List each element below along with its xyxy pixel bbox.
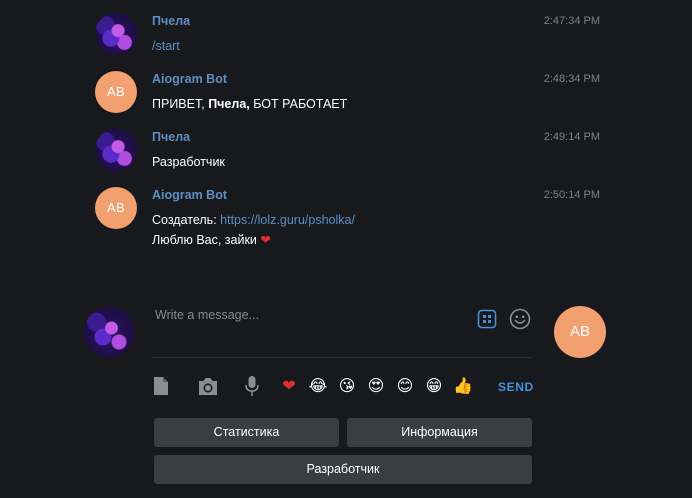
bot-avatar[interactable]: AB — [95, 71, 137, 113]
emoji-button[interactable] — [508, 307, 532, 331]
message-time: 2:48:34 PM — [543, 73, 600, 85]
message-text-bold: Пчела, — [208, 97, 250, 111]
message-time: 2:49:14 PM — [543, 131, 600, 143]
keyboard-button-information[interactable]: Информация — [347, 418, 532, 447]
message-link[interactable]: https://lolz.guru/psholka/ — [220, 213, 355, 227]
send-button[interactable]: SEND — [498, 380, 534, 394]
bot-commands-button[interactable] — [476, 308, 498, 330]
microphone-icon — [245, 376, 259, 396]
keyboard-button-statistics[interactable]: Статистика — [154, 418, 339, 447]
bot-commands-icon — [477, 309, 497, 329]
message-item: AB Aiogram Bot 2:48:34 PM ПРИВЕТ, Пчела,… — [95, 71, 600, 115]
voice-button[interactable] — [243, 375, 261, 397]
heart-emoji: ❤ — [260, 233, 271, 247]
thumbs-up-emoji-button[interactable]: 👍 — [453, 376, 473, 396]
user-avatar[interactable] — [95, 129, 137, 171]
heart-eyes-emoji-button[interactable]: 😍 — [366, 376, 386, 396]
composer-divider — [153, 357, 533, 358]
attach-file-button[interactable] — [151, 376, 171, 396]
grin-emoji-button[interactable]: 😁 — [424, 376, 444, 396]
message-author[interactable]: Пчела — [152, 130, 190, 144]
message-text: ПРИВЕТ, Пчела, БОТ РАБОТАЕТ — [152, 94, 347, 114]
message-text-part: Люблю Вас, зайки — [152, 233, 261, 247]
message-text-part: БОТ РАБОТАЕТ — [249, 97, 348, 111]
my-avatar[interactable] — [84, 307, 134, 357]
bot-avatar-large[interactable]: AB — [554, 306, 606, 358]
message-label: Создатель: — [152, 213, 221, 227]
message-time: 2:50:14 PM — [543, 189, 600, 201]
message-item: Пчела 2:49:14 PM Разработчик — [95, 129, 600, 173]
message-time: 2:47:34 PM — [543, 15, 600, 27]
message-text: Разработчик — [152, 155, 225, 169]
user-avatar[interactable] — [95, 13, 137, 55]
message-text: Создатель: https://lolz.guru/psholka/ Лю… — [152, 210, 355, 250]
smile-icon — [509, 308, 531, 330]
message-line: Люблю Вас, зайки ❤ — [152, 230, 355, 250]
keyboard-button-developer[interactable]: Разработчик — [154, 455, 532, 484]
message-text: /start — [152, 39, 180, 53]
bot-avatar[interactable]: AB — [95, 187, 137, 229]
tears-of-joy-emoji-button[interactable]: 😂 — [308, 376, 328, 396]
message-item: Пчела 2:47:34 PM /start — [95, 13, 600, 57]
message-author[interactable]: Aiogram Bot — [152, 188, 227, 202]
attach-photo-button[interactable] — [197, 376, 219, 396]
smile-emoji-button[interactable]: 😊 — [395, 376, 415, 396]
message-author[interactable]: Пчела — [152, 14, 190, 28]
message-text-part: ПРИВЕТ, — [152, 97, 209, 111]
message-line: Создатель: https://lolz.guru/psholka/ — [152, 210, 355, 230]
kiss-emoji-button[interactable]: 😘 — [337, 376, 357, 396]
message-input[interactable] — [153, 300, 477, 330]
file-icon — [154, 377, 168, 395]
message-item: AB Aiogram Bot 2:50:14 PM Создатель: htt… — [95, 187, 600, 251]
camera-icon — [199, 377, 217, 395]
heart-emoji-button[interactable]: ❤ — [279, 376, 299, 396]
message-author[interactable]: Aiogram Bot — [152, 72, 227, 86]
